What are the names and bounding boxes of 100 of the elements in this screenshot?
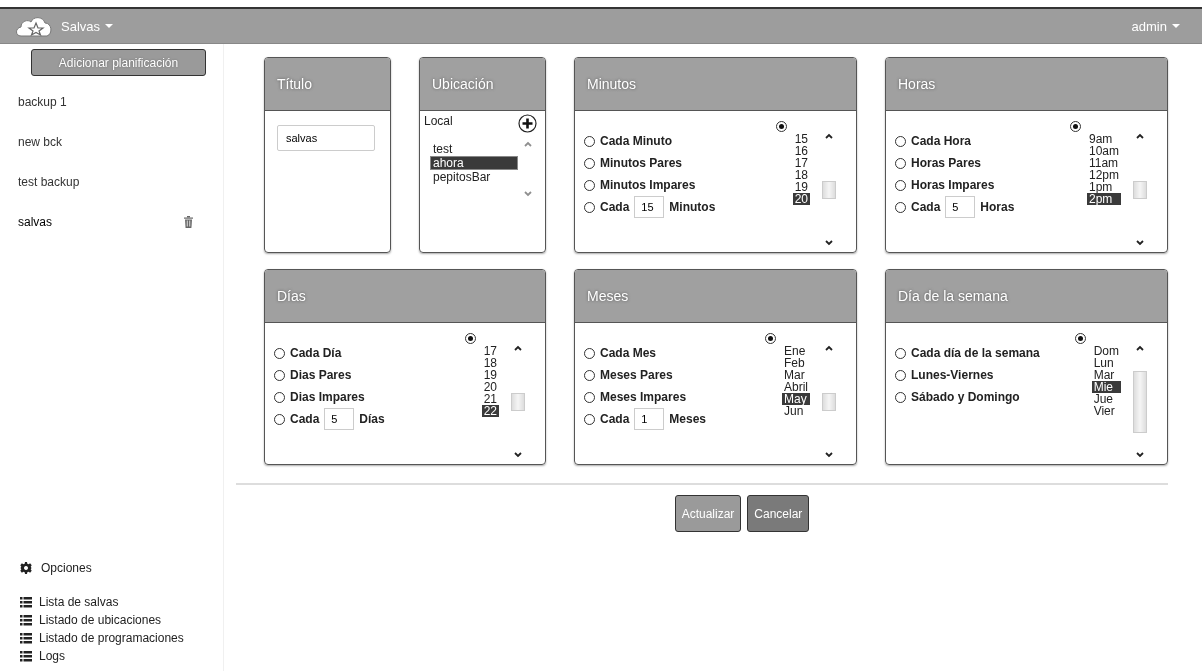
list-option[interactable]: 20 (792, 193, 810, 205)
list-option[interactable]: 15 (792, 133, 810, 145)
nav-link[interactable]: Listado de ubicaciones (39, 613, 162, 627)
option-label: Horas Pares (911, 156, 982, 170)
option-label: Sábado y Domingo (911, 390, 1020, 404)
schedule-name: backup 1 (18, 95, 67, 109)
location-option[interactable]: ahora (430, 156, 518, 170)
list-option[interactable]: Lun (1091, 357, 1121, 369)
scrollbar-thumb[interactable] (511, 392, 525, 411)
schedule-item[interactable]: salvas (0, 202, 223, 242)
list-option[interactable]: Jun (782, 405, 810, 417)
chevron-up-icon[interactable] (825, 133, 833, 139)
list-option[interactable]: 18 (481, 357, 499, 369)
option-label: Dias Impares (290, 390, 365, 404)
list-option[interactable]: 16 (792, 145, 810, 157)
list-option[interactable]: Mar (1091, 369, 1121, 381)
option-label: Cada Hora (911, 134, 972, 148)
card-title: Minutos (575, 58, 856, 111)
nav-link[interactable]: Listado de programaciones (39, 631, 184, 645)
chevron-up-icon[interactable] (514, 345, 522, 351)
list-option[interactable]: 2pm (1086, 193, 1121, 205)
gear-icon (20, 562, 32, 574)
scrollbar-thumb[interactable] (1133, 370, 1147, 433)
nav-link[interactable]: Lista de salvas (39, 595, 119, 609)
number-field[interactable]: 1 (634, 408, 665, 430)
number-field[interactable]: 15 (634, 196, 665, 218)
list-icon (20, 650, 32, 662)
list-option[interactable]: Ene (782, 345, 810, 357)
scrollbar-thumb[interactable] (822, 392, 836, 411)
options-heading: Opciones (41, 561, 92, 575)
number-field[interactable]: 5 (945, 196, 976, 218)
list-option[interactable]: 12pm (1086, 169, 1121, 181)
schedule-item[interactable]: new bck (0, 122, 223, 162)
chevron-up-icon[interactable] (825, 345, 833, 351)
list-option[interactable]: Abril (782, 381, 810, 393)
chevron-up-icon[interactable] (1136, 133, 1144, 139)
title-field[interactable]: salvas (277, 125, 375, 151)
list-option[interactable]: Mar (782, 369, 810, 381)
list-option[interactable]: 1pm (1086, 181, 1121, 193)
option-label: Días (359, 412, 385, 426)
location-type: Local (424, 114, 454, 128)
option-label: Cada Día (290, 346, 342, 360)
list-option[interactable]: 22 (481, 405, 499, 417)
nav-link[interactable]: Logs (39, 649, 66, 663)
card-title: Día de la semana (886, 270, 1167, 323)
list-option[interactable]: 20 (481, 381, 499, 393)
list-option[interactable]: 19 (481, 369, 499, 381)
card-title: Ubicación (420, 58, 545, 111)
list-icon (20, 614, 32, 626)
location-option[interactable]: pepitosBar (430, 170, 518, 184)
chevron-down-icon[interactable] (1136, 452, 1144, 458)
list-option[interactable]: Dom (1091, 345, 1121, 357)
chevron-down-icon[interactable] (514, 452, 522, 458)
cloud-star-icon (15, 14, 53, 38)
list-option[interactable]: 10am (1086, 145, 1121, 157)
card-title: Título (265, 58, 390, 111)
list-option[interactable]: Feb (782, 357, 810, 369)
chevron-down-icon[interactable] (1136, 240, 1144, 246)
option-label: Cada (911, 200, 941, 214)
cancel-button[interactable]: Cancelar (747, 495, 810, 532)
list-option[interactable]: Jue (1091, 393, 1121, 405)
add-icon[interactable] (518, 114, 537, 133)
schedule-item[interactable]: backup 1 (0, 82, 223, 122)
card-title: Meses (575, 270, 856, 323)
number-field[interactable]: 5 (324, 408, 355, 430)
list-icon (20, 632, 32, 644)
option-label: Cada día de la semana (911, 346, 1040, 360)
option-label: Cada (600, 412, 630, 426)
option-label: Lunes-Viernes (911, 368, 994, 382)
list-option[interactable]: Vier (1091, 405, 1121, 417)
option-label: Minutos (669, 200, 716, 214)
card-title: Días (265, 270, 545, 323)
list-option[interactable]: 9am (1086, 133, 1121, 145)
option-label: Cada Mes (600, 346, 657, 360)
schedule-name: test backup (18, 175, 80, 189)
option-label: Meses Pares (600, 368, 673, 382)
list-option[interactable]: 18 (792, 169, 810, 181)
option-label: Cada Minuto (600, 134, 672, 148)
schedule-item[interactable]: test backup (0, 162, 223, 202)
card-title: Horas (886, 58, 1167, 111)
list-option[interactable]: May (782, 393, 810, 405)
schedule-name: salvas (18, 215, 52, 229)
chevron-down-icon[interactable] (825, 452, 833, 458)
list-option[interactable]: 17 (792, 157, 810, 169)
list-option[interactable]: 21 (481, 393, 499, 405)
list-option[interactable]: 19 (792, 181, 810, 193)
option-label: Minutos Pares (600, 156, 683, 170)
location-option[interactable]: test (430, 142, 518, 156)
scrollbar-thumb[interactable] (822, 180, 836, 199)
chevron-up-icon[interactable] (1136, 345, 1144, 351)
option-label: Horas (980, 200, 1015, 214)
option-label: Dias Pares (290, 368, 352, 382)
list-option[interactable]: 17 (481, 345, 499, 357)
chevron-down-icon[interactable] (825, 240, 833, 246)
option-label: Meses Impares (600, 390, 687, 404)
list-option[interactable]: Mie (1091, 381, 1121, 393)
list-option[interactable]: 11am (1086, 157, 1121, 169)
scrollbar-thumb[interactable] (1133, 180, 1147, 199)
trash-icon[interactable] (184, 216, 193, 228)
caret-icon (1172, 23, 1180, 29)
